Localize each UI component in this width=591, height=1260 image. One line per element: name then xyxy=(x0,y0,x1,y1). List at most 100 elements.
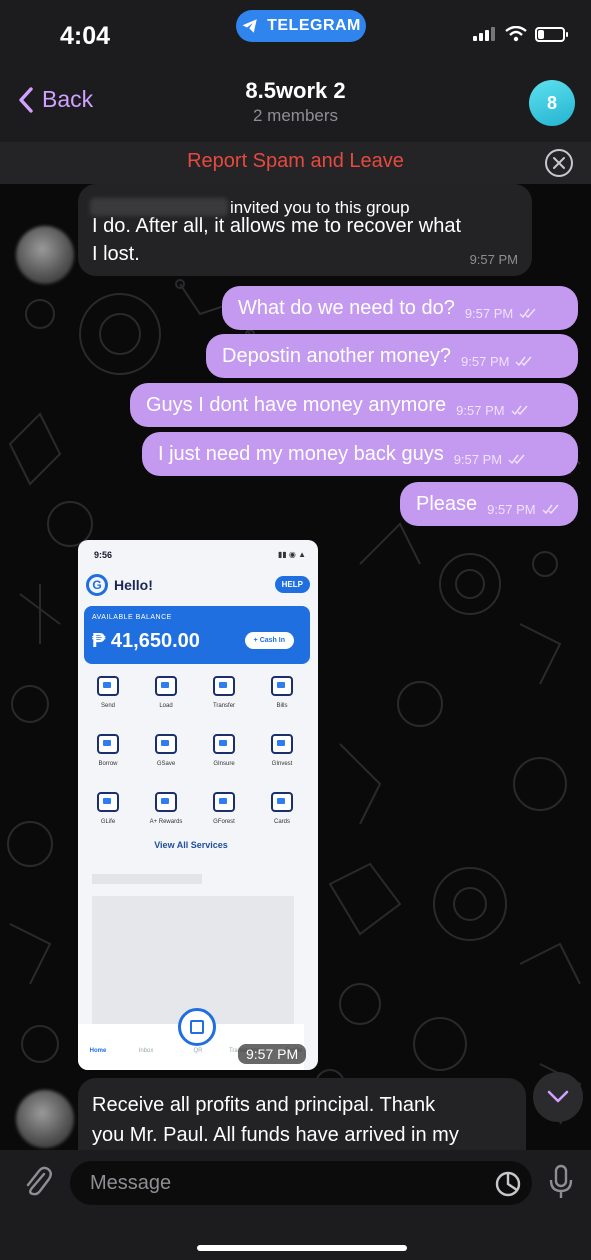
message-text: What do we need to do? xyxy=(238,296,455,319)
telegram-pill-label: TELEGRAM xyxy=(267,17,361,34)
outgoing-message[interactable]: Please 9:57 PM xyxy=(400,482,578,526)
outgoing-message[interactable]: What do we need to do? 9:57 PM xyxy=(222,286,578,330)
tab-qr: QR xyxy=(193,1048,203,1054)
message-time: 9:57 PM xyxy=(469,252,518,267)
close-icon xyxy=(553,157,565,169)
message-text: Depostin another money? xyxy=(222,344,452,367)
services-grid: Send Load Transfer Bills Borrow GSave GI… xyxy=(78,666,304,846)
sticker-icon[interactable] xyxy=(494,1170,522,1198)
wifi-icon xyxy=(505,26,527,42)
chat-area[interactable]: I do. After all, it allows me to recover… xyxy=(0,184,591,1150)
message-text: I just need my money back guys xyxy=(158,442,444,465)
read-checkmarks-icon xyxy=(515,356,533,367)
service-load: Load xyxy=(138,676,194,720)
service-borrow: Borrow xyxy=(80,734,136,778)
chat-title[interactable]: 8.5work 2 xyxy=(0,78,591,104)
message-time: 9:57 PM xyxy=(456,402,505,418)
sender-avatar[interactable] xyxy=(16,1090,74,1148)
wallet-logo-icon: G xyxy=(86,574,108,596)
telegram-icon xyxy=(242,19,257,33)
incoming-message[interactable]: I do. After all, it allows me to recover… xyxy=(78,184,532,276)
service-transfer: Transfer xyxy=(196,676,252,720)
sender-avatar[interactable] xyxy=(16,226,74,284)
qr-scan-icon xyxy=(178,1008,216,1046)
image-message-time: 9:57 PM xyxy=(238,1044,307,1064)
system-invite-notice: invited you to this group xyxy=(230,198,410,217)
chat-subtitle: 2 members xyxy=(252,106,339,125)
chevron-down-icon xyxy=(547,1090,569,1103)
rewards-icon xyxy=(155,792,177,812)
telegram-pill[interactable]: TELEGRAM xyxy=(236,10,366,42)
sender-name-redacted xyxy=(90,198,228,216)
outgoing-message[interactable]: Guys I dont have money anymore 9:57 PM xyxy=(130,383,578,427)
report-spam-bar: Report Spam and Leave xyxy=(0,142,591,184)
available-balance-label: AVAILABLE BALANCE xyxy=(92,614,172,621)
microphone-icon[interactable] xyxy=(548,1164,574,1200)
status-time: 4:04 xyxy=(60,22,111,50)
home-indicator xyxy=(197,1245,407,1251)
message-input[interactable] xyxy=(70,1161,532,1205)
read-checkmarks-icon xyxy=(508,454,525,465)
screenshot-hello: Hello! xyxy=(114,577,153,593)
piggy-bank-icon xyxy=(155,734,177,754)
cash-in-badge: + Cash In xyxy=(244,632,294,649)
screenshot-balance-card: AVAILABLE BALANCE ₱ 41,650.00 + Cash In xyxy=(84,606,310,664)
message-text: Receive all profits and principal. Thank… xyxy=(92,1094,459,1146)
balance-amount: ₱ 41,650.00 xyxy=(92,630,200,652)
message-text: I do. After all, it allows me to recover… xyxy=(92,215,462,265)
read-checkmarks-icon xyxy=(519,308,536,319)
borrow-icon xyxy=(97,734,119,754)
invest-icon xyxy=(271,734,293,754)
message-time: 9:57 PM xyxy=(487,501,536,517)
group-avatar[interactable]: 8 xyxy=(529,80,575,126)
image-message[interactable]: 9:56 ▮▮ ◉ ▲ G Hello! HELP AVAILABLE BALA… xyxy=(78,540,318,1070)
bills-icon xyxy=(271,676,293,696)
close-spam-bar-button[interactable] xyxy=(545,149,573,177)
bank-icon xyxy=(213,676,235,696)
incoming-message[interactable]: Receive all profits and principal. Thank… xyxy=(78,1078,526,1150)
avatar-initial: 8 xyxy=(546,92,557,113)
message-time: 9:57 PM xyxy=(453,451,503,467)
screenshot-status-time: 9:56 xyxy=(94,550,113,560)
message-text: Please xyxy=(416,492,478,515)
screenshot-help-badge: HELP xyxy=(274,576,310,593)
composer-bar xyxy=(0,1150,591,1260)
service-ginsure: GInsure xyxy=(196,734,252,778)
chat-header: Back 8.5work 2 2 members 8 xyxy=(0,62,591,142)
load-icon xyxy=(155,676,177,696)
paperclip-icon[interactable] xyxy=(22,1164,52,1198)
outgoing-message[interactable]: I just need my money back guys 9:57 PM xyxy=(142,432,578,476)
placeholder-line xyxy=(92,874,202,884)
cellular-signal-icon xyxy=(473,27,497,41)
card-icon xyxy=(271,792,293,812)
status-icons xyxy=(473,26,568,42)
leaf-icon xyxy=(213,792,235,812)
service-bills: Bills xyxy=(254,676,310,720)
battery-icon xyxy=(535,26,568,42)
insurance-icon xyxy=(213,734,235,754)
battery-fill xyxy=(538,29,544,39)
message-text: Guys I dont have money anymore xyxy=(146,393,447,416)
scroll-to-bottom-button[interactable] xyxy=(533,1072,583,1122)
service-gsave: GSave xyxy=(138,734,194,778)
service-rewards: A+ Rewards xyxy=(138,792,194,836)
tab-home: Home xyxy=(89,1048,107,1054)
read-checkmarks-icon xyxy=(542,504,559,515)
status-bar: 4:04 TELEGRAM xyxy=(0,0,591,62)
read-checkmarks-icon xyxy=(511,405,528,416)
service-gforest: GForest xyxy=(196,792,252,836)
outgoing-message[interactable]: Depostin another money? 9:57 PM xyxy=(206,334,578,378)
view-all-services: View All Services xyxy=(154,840,228,850)
service-send: Send xyxy=(80,676,136,720)
service-glife: GLife xyxy=(80,792,136,836)
message-time: 9:57 PM xyxy=(461,353,510,369)
service-ginvest: GInvest xyxy=(254,734,310,778)
placeholder-block xyxy=(92,896,294,1026)
report-spam-button[interactable]: Report Spam and Leave xyxy=(0,150,591,173)
service-cards: Cards xyxy=(254,792,310,836)
screenshot-status-icons: ▮▮ ◉ ▲ xyxy=(277,550,306,559)
send-icon xyxy=(97,676,119,696)
message-time: 9:57 PM xyxy=(464,305,514,321)
shopping-icon xyxy=(97,792,119,812)
tab-inbox: Inbox xyxy=(138,1048,154,1054)
